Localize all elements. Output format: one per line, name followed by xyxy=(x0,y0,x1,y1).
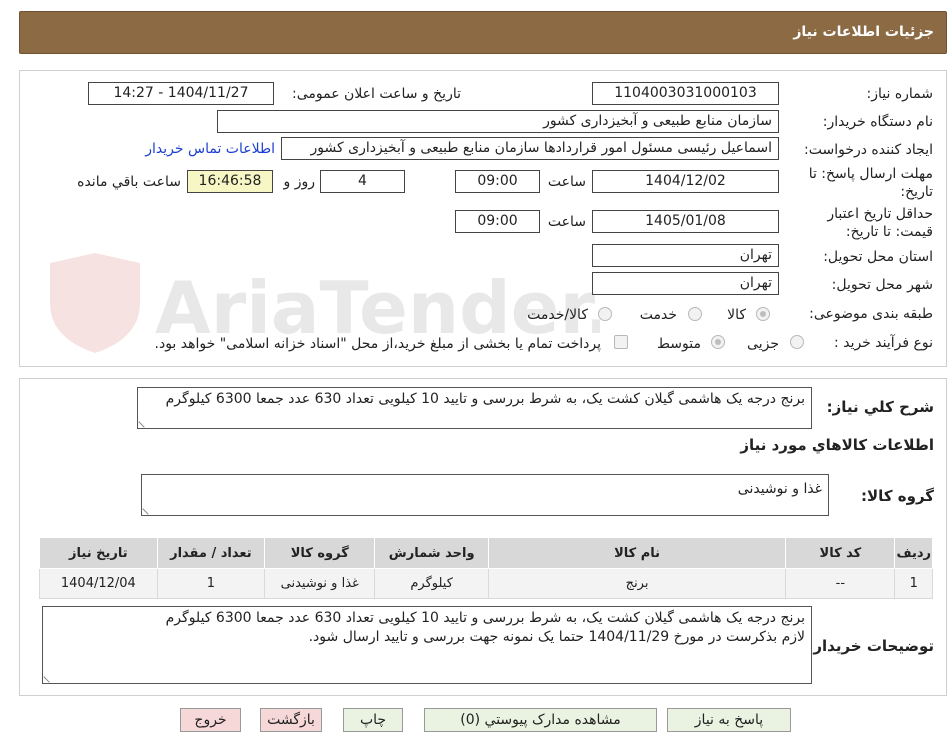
buyer-notes-label: توضیحات خریدار: xyxy=(807,637,934,655)
goods-section-title: اطلاعات کالاهاي مورد نياز xyxy=(740,436,934,454)
buyer-notes-textarea[interactable]: برنج درجه یک هاشمی گیلان کشت یک، به شرط … xyxy=(42,606,812,684)
table-row: 1 -- برنج کیلوگرم غذا و نوشیدنی 1 1404/1… xyxy=(39,568,933,599)
category-label: طبقه بندی موضوعی: xyxy=(809,306,933,322)
buyer-notes-line-1: برنج درجه یک هاشمی گیلان کشت یک، به شرط … xyxy=(165,610,805,626)
deadline-label-2: تاریخ: xyxy=(900,184,933,200)
buyer-notes-line-2: لازم بذکرست در مورخ 1404/11/29 حتما یک ن… xyxy=(308,629,805,645)
goods-group-field: غذا و نوشیدنی xyxy=(141,474,829,516)
payment-note: پرداخت تمام یا بخشی از مبلغ خرید،از محل … xyxy=(154,336,601,352)
col-row: رديف xyxy=(894,537,933,569)
validity-date-field: 1405/01/08 xyxy=(592,210,779,233)
remaining-time-field: 16:46:58 xyxy=(187,170,273,193)
reply-button[interactable]: پاسخ به نياز xyxy=(667,708,791,732)
resize-grip-icon[interactable] xyxy=(138,416,150,428)
deadline-time-field: 09:00 xyxy=(455,170,540,193)
col-need-date: تاريخ نياز xyxy=(39,537,158,569)
category-option-service: خدمت xyxy=(639,307,677,323)
province-field: تهران xyxy=(592,244,779,267)
cell-code: -- xyxy=(785,568,896,599)
validity-label-2: قیمت: تا تاریخ: xyxy=(845,224,933,240)
deadline-date-field: 1404/12/02 xyxy=(592,170,779,193)
treasury-payment-checkbox[interactable] xyxy=(614,335,628,349)
buyer-org-field: سازمان منابع طبیعی و آبخیزداری کشور xyxy=(217,110,779,133)
remaining-label: ساعت باقي مانده xyxy=(77,174,181,190)
cell-need-date: 1404/12/04 xyxy=(39,568,158,599)
category-radio-service[interactable] xyxy=(688,307,702,321)
deadline-label: مهلت ارسال پاسخ: تا xyxy=(808,166,933,182)
contact-info-link[interactable]: اطلاعات تماس خریدار xyxy=(145,141,275,157)
col-name: نام کالا xyxy=(487,537,787,569)
attachments-button[interactable]: مشاهده مدارک پيوستي (0) xyxy=(424,708,657,732)
process-option-minor: جزیی xyxy=(747,336,779,352)
city-field: تهران xyxy=(592,272,779,295)
resize-grip-icon[interactable] xyxy=(43,671,55,683)
need-number-field: 1104003031000103 xyxy=(592,82,779,105)
deadline-time-label: ساعت xyxy=(547,174,586,190)
col-group: گروه کالا xyxy=(264,537,376,569)
goods-table-header-row: رديف کد کالا نام کالا واحد شمارش گروه کا… xyxy=(39,537,933,569)
cell-row: 1 xyxy=(894,568,933,599)
summary-textarea[interactable]: برنج درجه یک هاشمی گیلان کشت یک، به شرط … xyxy=(137,387,812,429)
goods-table: رديف کد کالا نام کالا واحد شمارش گروه کا… xyxy=(39,537,933,599)
validity-label: حداقل تاریخ اعتبار xyxy=(827,206,933,222)
category-option-goods: کالا xyxy=(727,307,746,323)
category-radio-goods-service[interactable] xyxy=(598,307,612,321)
process-radio-minor[interactable] xyxy=(790,335,804,349)
province-label: استان محل تحویل: xyxy=(823,249,933,265)
category-option-goods-service: کالا/خدمت xyxy=(527,307,588,323)
creator-label: ایجاد کننده درخواست: xyxy=(804,142,933,158)
days-field: 4 xyxy=(320,170,405,193)
summary-text: برنج درجه یک هاشمی گیلان کشت یک، به شرط … xyxy=(165,391,805,407)
category-radio-goods[interactable] xyxy=(756,307,770,321)
col-code: کد کالا xyxy=(785,537,896,569)
cell-unit: کیلوگرم xyxy=(374,568,489,599)
process-label: نوع فرآیند خرید : xyxy=(834,335,933,351)
goods-group-label: گروه کالا: xyxy=(861,487,934,505)
summary-label: شرح کلي نياز: xyxy=(826,398,934,416)
process-radio-medium[interactable] xyxy=(711,335,725,349)
print-button[interactable]: چاپ xyxy=(343,708,403,732)
resize-grip-icon xyxy=(142,503,154,515)
days-label: روز و xyxy=(283,174,316,190)
col-unit: واحد شمارش xyxy=(374,537,489,569)
page-title: جزئیات اطلاعات نیاز xyxy=(793,24,934,40)
validity-time-label: ساعت xyxy=(547,214,586,230)
buyer-org-label: نام دستگاه خریدار: xyxy=(822,114,933,130)
process-option-medium: متوسط xyxy=(657,336,701,352)
cell-group: غذا و نوشیدنی xyxy=(264,568,376,599)
need-number-label: شماره نیاز: xyxy=(866,86,934,102)
col-quantity: تعداد / مقدار xyxy=(156,537,266,569)
announce-label: تاریخ و ساعت اعلان عمومی: xyxy=(292,86,461,102)
page-header: جزئیات اطلاعات نیاز xyxy=(19,11,947,54)
cell-quantity: 1 xyxy=(156,568,266,599)
announce-field: 1404/11/27 - 14:27 xyxy=(88,82,274,105)
goods-group-value: غذا و نوشیدنی xyxy=(737,481,822,497)
back-button[interactable]: بازگشت xyxy=(260,708,322,732)
cell-name: برنج xyxy=(487,568,787,599)
validity-time-field: 09:00 xyxy=(455,210,540,233)
creator-field: اسماعیل رئیسی مسئول امور قراردادها سازما… xyxy=(281,137,779,160)
city-label: شهر محل تحویل: xyxy=(831,277,933,293)
exit-button[interactable]: خروج xyxy=(180,708,241,732)
